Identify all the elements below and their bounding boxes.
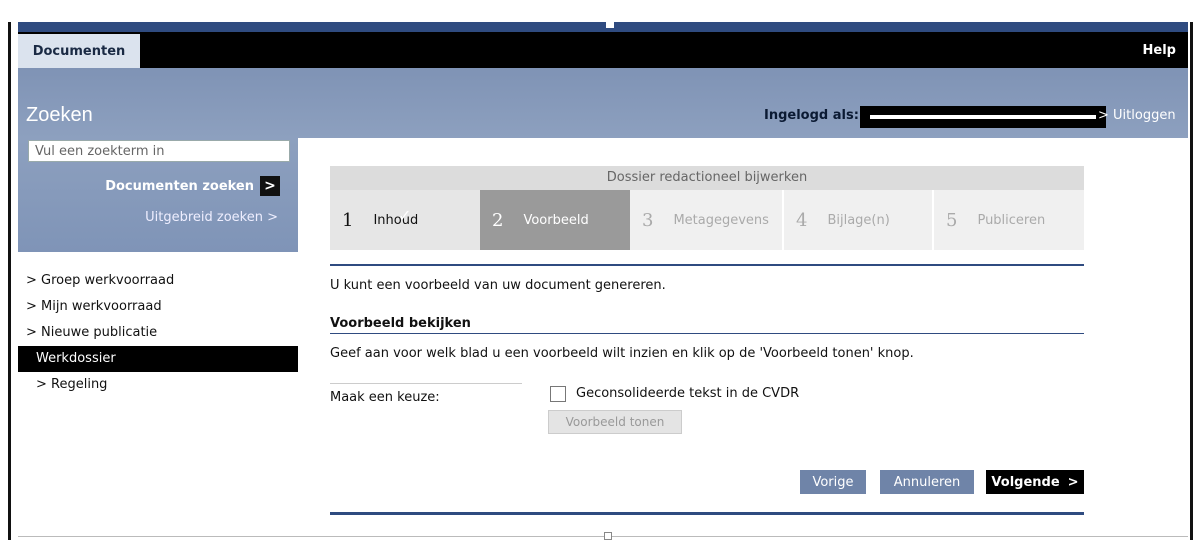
page-header: Zoeken Ingelogd als: > Uitloggen bbox=[18, 68, 1188, 138]
step-number: 4 bbox=[796, 209, 808, 231]
step-voorbeeld[interactable]: 2 Voorbeeld bbox=[480, 190, 630, 250]
step-label: Voorbeeld bbox=[523, 212, 589, 228]
check-icon: ✓ bbox=[398, 206, 412, 225]
resize-handle bbox=[604, 532, 612, 540]
choice-label: Maak een keuze: bbox=[330, 390, 440, 405]
logged-in-label: Ingelogd als: bbox=[764, 108, 859, 123]
step-label: Inhoud bbox=[373, 212, 419, 228]
next-button[interactable]: Volgende > bbox=[986, 470, 1084, 494]
redaction-line bbox=[870, 115, 1096, 119]
chevron-right-icon: > bbox=[260, 176, 280, 196]
sidebar-navigation: > Groep werkvoorraad > Mijn werkvoorraad… bbox=[18, 268, 298, 398]
page-title: Zoeken bbox=[26, 104, 93, 126]
step-number: 2 bbox=[492, 209, 504, 231]
checkbox-label[interactable]: Geconsolideerde tekst in de CVDR bbox=[576, 386, 799, 401]
top-navigation-bar: Documenten Help bbox=[18, 32, 1188, 68]
step-publiceren: 5 Publiceren bbox=[932, 190, 1084, 250]
step-metagegevens: 3 Metagegevens bbox=[630, 190, 782, 250]
section-title: Voorbeeld bekijken bbox=[330, 316, 471, 331]
wizard-divider bbox=[330, 264, 1084, 266]
logout-link[interactable]: > Uitloggen bbox=[1098, 108, 1176, 123]
sidebar-item-group-workload[interactable]: > Groep werkvoorraad bbox=[18, 268, 298, 294]
step-label: Metagegevens bbox=[673, 212, 769, 228]
search-input[interactable] bbox=[28, 140, 290, 162]
step-bijlagen: 4 Bijlage(n) bbox=[782, 190, 932, 250]
previous-button[interactable]: Vorige bbox=[800, 470, 866, 494]
choice-divider bbox=[330, 383, 522, 384]
top-accent-strip bbox=[18, 22, 1188, 32]
wizard-steps: Dossier redactioneel bijwerken 1 Inhoud … bbox=[330, 166, 1084, 250]
documents-search-button[interactable]: Documenten zoeken > bbox=[105, 176, 280, 196]
sidebar-item-my-workload[interactable]: > Mijn werkvoorraad bbox=[18, 294, 298, 320]
consolidated-text-checkbox[interactable] bbox=[550, 386, 566, 402]
instruction-text: Geef aan voor welk blad u een voorbeeld … bbox=[330, 346, 914, 361]
intro-text: U kunt een voorbeeld van uw document gen… bbox=[330, 278, 666, 293]
cancel-button[interactable]: Annuleren bbox=[880, 470, 974, 494]
chevron-right-icon: > bbox=[1067, 474, 1079, 490]
preview-button[interactable]: Voorbeeld tonen bbox=[548, 410, 682, 434]
step-number: 3 bbox=[642, 209, 654, 231]
advanced-search-link[interactable]: Uitgebreid zoeken > bbox=[145, 210, 278, 225]
wizard-title: Dossier redactioneel bijwerken bbox=[330, 166, 1084, 190]
help-link[interactable]: Help bbox=[1143, 32, 1176, 68]
right-frame-line bbox=[1190, 22, 1193, 540]
sidebar-search-panel: Documenten zoeken > Uitgebreid zoeken > bbox=[18, 138, 298, 252]
section-divider bbox=[330, 333, 1084, 334]
left-frame-line bbox=[8, 22, 11, 540]
footer-divider bbox=[330, 512, 1084, 515]
step-inhoud[interactable]: 1 Inhoud ✓ bbox=[330, 190, 480, 250]
step-number: 1 bbox=[342, 209, 354, 231]
sidebar-item-new-publication[interactable]: > Nieuwe publicatie bbox=[18, 320, 298, 346]
tab-documenten[interactable]: Documenten bbox=[18, 34, 140, 68]
next-label: Volgende bbox=[991, 474, 1060, 490]
strip-marker bbox=[606, 22, 614, 28]
window-frame-top bbox=[0, 0, 1204, 22]
sidebar-item-werkdossier[interactable]: Werkdossier bbox=[18, 346, 298, 372]
bottom-frame-line bbox=[18, 536, 1188, 537]
step-label: Publiceren bbox=[977, 212, 1046, 228]
sidebar-item-regeling[interactable]: > Regeling bbox=[18, 372, 298, 398]
documents-search-label: Documenten zoeken bbox=[105, 178, 254, 194]
step-label: Bijlage(n) bbox=[827, 212, 890, 228]
step-number: 5 bbox=[946, 209, 958, 231]
